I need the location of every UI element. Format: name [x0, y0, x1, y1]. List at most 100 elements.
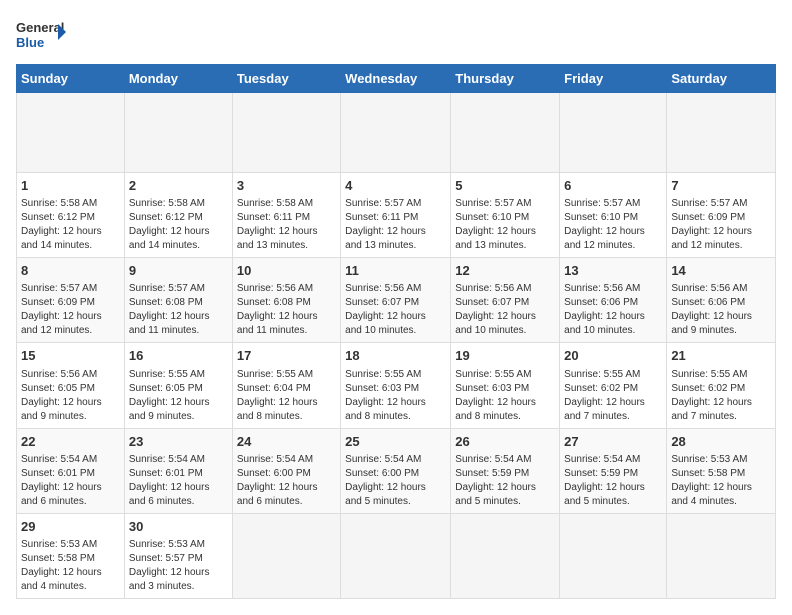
- col-header-thursday: Thursday: [451, 65, 560, 93]
- day-number: 20: [564, 347, 662, 365]
- svg-text:General: General: [16, 20, 64, 35]
- sunset-text: Sunset: 6:12 PM: [129, 212, 203, 223]
- sunrise-text: Sunrise: 5:55 AM: [455, 369, 531, 380]
- daylight-text: Daylight: 12 hoursand 8 minutes.: [455, 397, 536, 422]
- day-number: 5: [455, 177, 555, 195]
- sunset-text: Sunset: 6:08 PM: [129, 297, 203, 308]
- daylight-text: Daylight: 12 hoursand 6 minutes.: [129, 482, 210, 507]
- daylight-text: Daylight: 12 hoursand 8 minutes.: [237, 397, 318, 422]
- sunrise-text: Sunrise: 5:53 AM: [21, 539, 97, 550]
- calendar-cell: 15Sunrise: 5:56 AMSunset: 6:05 PMDayligh…: [17, 343, 125, 428]
- daylight-text: Daylight: 12 hoursand 12 minutes.: [564, 226, 645, 251]
- day-number: 12: [455, 262, 555, 280]
- calendar-cell: 19 Sunrise: 5:55 AM Sunset: 6:03 PM Dayligh…: [451, 343, 560, 428]
- daylight-text: Daylight: 12 hoursand 13 minutes.: [455, 226, 536, 251]
- day-number: 21: [671, 347, 771, 365]
- sunset-text: Sunset: 6:09 PM: [21, 297, 95, 308]
- calendar-cell: 6Sunrise: 5:57 AMSunset: 6:10 PMDaylight…: [560, 173, 667, 258]
- day-number: 4: [345, 177, 446, 195]
- calendar-table: SundayMondayTuesdayWednesdayThursdayFrid…: [16, 64, 776, 599]
- calendar-cell: 8 Sunrise: 5:57 AM Sunset: 6:09 PM Daylight…: [17, 258, 125, 343]
- sunset-text: Sunset: 5:59 PM: [564, 468, 638, 479]
- sunset-text: Sunset: 6:07 PM: [455, 297, 529, 308]
- sunset-text: Sunset: 5:58 PM: [21, 553, 95, 564]
- sunrise-text: Sunrise: 5:55 AM: [237, 369, 313, 380]
- calendar-cell: 23Sunrise: 5:54 AMSunset: 6:01 PMDayligh…: [124, 428, 232, 513]
- calendar-cell: 1Sunrise: 5:58 AMSunset: 6:12 PMDaylight…: [17, 173, 125, 258]
- calendar-cell: [124, 93, 232, 173]
- daylight-text: Daylight: 12 hoursand 12 minutes.: [21, 311, 102, 336]
- sunrise-text: Sunrise: 5:54 AM: [564, 454, 640, 465]
- sunset-text: Sunset: 6:02 PM: [671, 383, 745, 394]
- sunset-text: Sunset: 6:12 PM: [21, 212, 95, 223]
- calendar-cell: 22Sunrise: 5:54 AMSunset: 6:01 PMDayligh…: [17, 428, 125, 513]
- sunrise-text: Sunrise: 5:57 AM: [21, 283, 97, 294]
- sunset-text: Sunset: 6:07 PM: [345, 297, 419, 308]
- sunset-text: Sunset: 6:02 PM: [564, 383, 638, 394]
- col-header-tuesday: Tuesday: [232, 65, 340, 93]
- sunrise-text: Sunrise: 5:57 AM: [671, 198, 747, 209]
- calendar-cell: 18Sunrise: 5:55 AMSunset: 6:03 PMDayligh…: [341, 343, 451, 428]
- daylight-text: Daylight: 12 hoursand 7 minutes.: [564, 397, 645, 422]
- daylight-text: Daylight: 12 hoursand 13 minutes.: [345, 226, 426, 251]
- sunrise-text: Sunrise: 5:57 AM: [455, 198, 531, 209]
- col-header-sunday: Sunday: [17, 65, 125, 93]
- sunset-text: Sunset: 6:00 PM: [237, 468, 311, 479]
- calendar-cell: 17Sunrise: 5:55 AMSunset: 6:04 PMDayligh…: [232, 343, 340, 428]
- col-header-wednesday: Wednesday: [341, 65, 451, 93]
- sunrise-text: Sunrise: 5:54 AM: [237, 454, 313, 465]
- calendar-week-row: 8 Sunrise: 5:57 AM Sunset: 6:09 PM Daylight…: [17, 258, 776, 343]
- day-number: 8: [21, 262, 120, 280]
- daylight-text: Daylight: 12 hoursand 6 minutes.: [21, 482, 102, 507]
- day-number: 25: [345, 433, 446, 451]
- col-header-saturday: Saturday: [667, 65, 776, 93]
- sunrise-text: Sunrise: 5:58 AM: [237, 198, 313, 209]
- sunset-text: Sunset: 5:58 PM: [671, 468, 745, 479]
- daylight-text: Daylight: 12 hoursand 9 minutes.: [129, 397, 210, 422]
- sunrise-text: Sunrise: 5:58 AM: [129, 198, 205, 209]
- daylight-text: Daylight: 12 hoursand 5 minutes.: [345, 482, 426, 507]
- sunrise-text: Sunrise: 5:55 AM: [345, 369, 421, 380]
- calendar-cell: 3Sunrise: 5:58 AMSunset: 6:11 PMDaylight…: [232, 173, 340, 258]
- day-number: 13: [564, 262, 662, 280]
- daylight-text: Daylight: 12 hoursand 13 minutes.: [237, 226, 318, 251]
- calendar-week-row: [17, 93, 776, 173]
- daylight-text: Daylight: 12 hoursand 7 minutes.: [671, 397, 752, 422]
- daylight-text: Daylight: 12 hoursand 3 minutes.: [129, 567, 210, 592]
- calendar-cell: 14Sunrise: 5:56 AMSunset: 6:06 PMDayligh…: [667, 258, 776, 343]
- sunrise-text: Sunrise: 5:56 AM: [455, 283, 531, 294]
- sunset-text: Sunset: 5:57 PM: [129, 553, 203, 564]
- sunset-text: Sunset: 6:04 PM: [237, 383, 311, 394]
- calendar-cell: [341, 93, 451, 173]
- calendar-cell: [451, 93, 560, 173]
- sunset-text: Sunset: 6:03 PM: [455, 383, 529, 394]
- day-number: 1: [21, 177, 120, 195]
- day-number: 29: [21, 518, 120, 536]
- day-number: 24: [237, 433, 336, 451]
- sunrise-text: Sunrise: 5:57 AM: [129, 283, 205, 294]
- sunset-text: Sunset: 6:09 PM: [671, 212, 745, 223]
- day-number: 15: [21, 347, 120, 365]
- calendar-cell: [667, 93, 776, 173]
- calendar-cell: 10Sunrise: 5:56 AMSunset: 6:08 PMDayligh…: [232, 258, 340, 343]
- sunrise-text: Sunrise: 5:54 AM: [345, 454, 421, 465]
- sunset-text: Sunset: 6:01 PM: [129, 468, 203, 479]
- calendar-cell: [341, 513, 451, 598]
- calendar-week-row: 15Sunrise: 5:56 AMSunset: 6:05 PMDayligh…: [17, 343, 776, 428]
- day-number: 10: [237, 262, 336, 280]
- day-number: 19: [455, 347, 555, 365]
- day-number: 9: [129, 262, 228, 280]
- daylight-text: Daylight: 12 hoursand 10 minutes.: [455, 311, 536, 336]
- calendar-cell: 26Sunrise: 5:54 AMSunset: 5:59 PMDayligh…: [451, 428, 560, 513]
- logo: General Blue: [16, 16, 66, 54]
- calendar-cell: [232, 513, 340, 598]
- sunrise-text: Sunrise: 5:56 AM: [237, 283, 313, 294]
- sunrise-text: Sunrise: 5:53 AM: [129, 539, 205, 550]
- calendar-cell: 5Sunrise: 5:57 AMSunset: 6:10 PMDaylight…: [451, 173, 560, 258]
- day-number: 6: [564, 177, 662, 195]
- calendar-week-row: 29 Sunrise: 5:53 AM Sunset: 5:58 PM Dayligh…: [17, 513, 776, 598]
- sunrise-text: Sunrise: 5:57 AM: [345, 198, 421, 209]
- calendar-header-row: SundayMondayTuesdayWednesdayThursdayFrid…: [17, 65, 776, 93]
- calendar-cell: [560, 513, 667, 598]
- day-number: 18: [345, 347, 446, 365]
